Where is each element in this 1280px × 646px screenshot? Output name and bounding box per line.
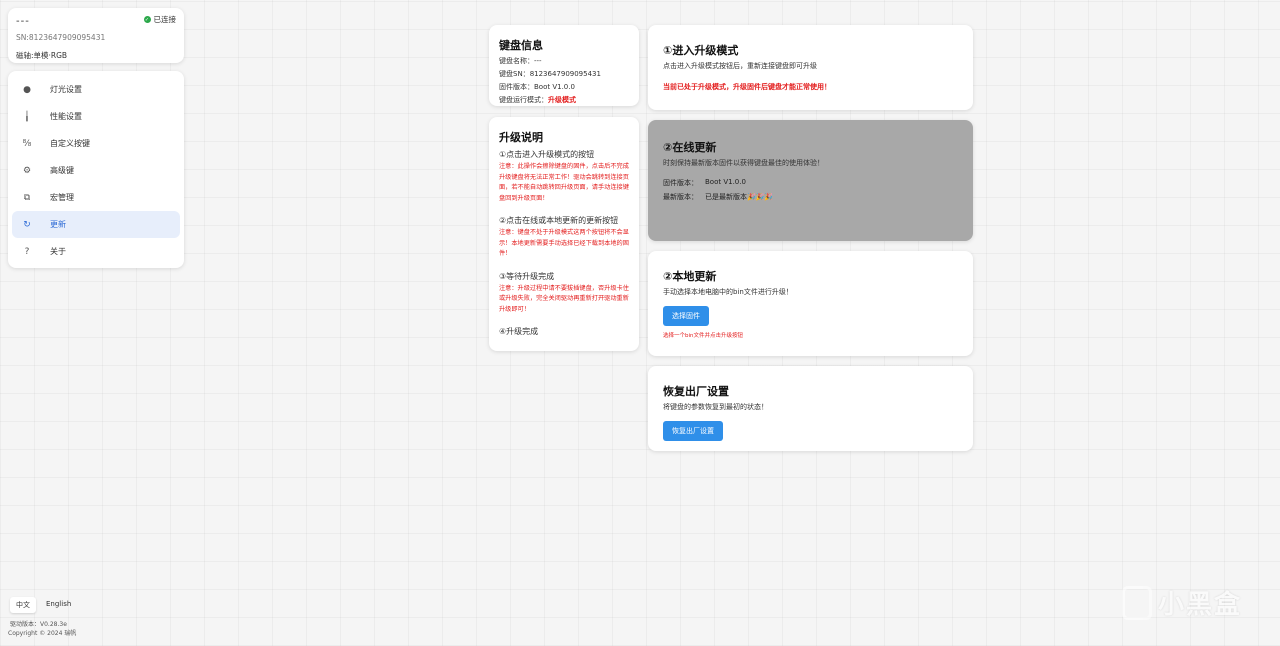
sidebar-item-about[interactable]: ? 关于 xyxy=(12,238,180,265)
select-firmware-button[interactable]: 选择固件 xyxy=(663,306,709,326)
select-firmware-hint: 选择一个bin文件并点击升级按钮 xyxy=(663,333,744,339)
refresh-icon: ↻ xyxy=(23,219,31,230)
firmware-version-value: Boot V1.0.0 xyxy=(534,83,575,91)
current-firmware-label: 固件版本： xyxy=(663,179,698,187)
keymap-icon: ⁸⁄₈ xyxy=(22,138,32,149)
keyboard-sn-row: 键盘SN：8123647909095431 xyxy=(499,69,629,79)
sidebar-item-label: 宏管理 xyxy=(50,193,74,202)
firmware-version-row: 固件版本：Boot V1.0.0 xyxy=(499,82,629,92)
sidebar-item-label: 高级键 xyxy=(50,166,74,175)
keyboard-info-card: 键盘信息 键盘名称：--- 键盘SN：8123647909095431 固件版本… xyxy=(489,25,639,106)
heybox-logo-icon xyxy=(1121,585,1152,620)
device-mode: 磁轴:单模·RGB xyxy=(16,51,68,60)
watermark-text: 小黑盒 xyxy=(1157,590,1242,620)
run-mode-label: 键盘运行模式： xyxy=(499,96,548,104)
question-icon: ? xyxy=(24,246,30,257)
current-firmware-row: 固件版本： Boot V1.0.0 xyxy=(663,178,958,188)
enter-upgrade-card: ①进入升级模式 点击进入升级模式按钮后，重新连接键盘即可升级 当前已处于升级模式… xyxy=(648,25,973,110)
guide-step-4: ④升级完成 xyxy=(499,327,539,336)
sidebar-item-update[interactable]: ↻ 更新 xyxy=(12,211,180,238)
lang-zh-button[interactable]: 中文 xyxy=(10,597,36,613)
latest-firmware-value: 已是最新版本🎉🎉🎉 xyxy=(705,193,774,201)
factory-reset-card: 恢复出厂设置 将键盘的参数恢复到最初的状态！ 恢复出厂设置 xyxy=(648,366,973,451)
bulb-icon: ● xyxy=(23,84,31,95)
upgrade-guide-card: 升级说明 ①点击进入升级模式的按钮 注意：此操作会擦除键盘的固件，点击后不完成升… xyxy=(489,117,639,351)
sidebar-item-label: 关于 xyxy=(50,247,66,256)
keyboard-name-value: --- xyxy=(534,57,542,65)
keyboard-sn-value: 8123647909095431 xyxy=(529,70,601,78)
sidebar-item-label: 自定义按键 xyxy=(50,139,90,148)
local-update-card: ②本地更新 手动选择本地电脑中的bin文件进行升级！ 选择固件 选择一个bin文… xyxy=(648,251,973,356)
sidebar-nav: ● 灯光设置 ╽ 性能设置 ⁸⁄₈ 自定义按键 ⚙ 高级键 ⧉ 宏管理 ↻ 更新… xyxy=(8,71,184,268)
guide-step-1: ①点击进入升级模式的按钮 xyxy=(499,150,595,159)
copyright: Copyright © 2024 瑞帆 xyxy=(8,630,77,637)
latest-firmware-label: 最新版本： xyxy=(663,193,698,201)
keyboard-sn-label: 键盘SN： xyxy=(499,70,530,78)
driver-version: 驱动版本：V0.28.3e xyxy=(10,621,67,628)
lang-en-button[interactable]: English xyxy=(40,597,77,613)
enter-upgrade-title: ①进入升级模式 xyxy=(663,44,739,57)
sidebar-item-performance[interactable]: ╽ 性能设置 xyxy=(12,103,180,130)
guide-step-2: ②点击在线或本地更新的更新按钮 xyxy=(499,216,619,225)
check-circle-icon: ✓ xyxy=(143,16,151,23)
online-update-title: ②在线更新 xyxy=(663,141,717,154)
guide-note-3: 注意：升级过程中请不要拔插键盘，否升级卡住或升级失败，完全关闭驱动再重新打开驱动… xyxy=(499,284,629,313)
firmware-version-label: 固件版本： xyxy=(499,83,534,91)
current-firmware-value: Boot V1.0.0 xyxy=(705,178,746,186)
keyboard-name-label: 键盘名称： xyxy=(499,57,534,65)
sidebar-item-label: 更新 xyxy=(50,220,66,229)
local-update-desc: 手动选择本地电脑中的bin文件进行升级！ xyxy=(663,288,793,296)
connection-status: ✓ 已连接 xyxy=(143,14,177,25)
local-update-title: ②本地更新 xyxy=(663,270,717,283)
enter-upgrade-desc: 点击进入升级模式按钮后，重新连接键盘即可升级 xyxy=(663,62,817,70)
sidebar-item-label: 性能设置 xyxy=(50,112,82,121)
online-update-card: ②在线更新 时刻保持最新版本固件以获得键盘最佳的使用体验！ 固件版本： Boot… xyxy=(648,120,973,241)
device-card: --- ✓ 已连接 SN:8123647909095431 磁轴:单模·RGB xyxy=(8,8,184,63)
run-mode-row: 键盘运行模式：升级模式 xyxy=(499,95,629,105)
online-update-desc: 时刻保持最新版本固件以获得键盘最佳的使用体验！ xyxy=(663,159,824,167)
upgrade-guide-title: 升级说明 xyxy=(499,131,543,144)
sidebar-item-macro[interactable]: ⧉ 宏管理 xyxy=(12,184,180,211)
sidebar-item-label: 灯光设置 xyxy=(50,85,82,94)
sidebar-item-advanced[interactable]: ⚙ 高级键 xyxy=(12,157,180,184)
guide-note-1: 注意：此操作会擦除键盘的固件，点击后不完成升级键盘将无法正常工作！驱动会跳转到连… xyxy=(499,163,629,202)
factory-reset-desc: 将键盘的参数恢复到最初的状态！ xyxy=(663,403,768,411)
sidebar-item-keymap[interactable]: ⁸⁄₈ 自定义按键 xyxy=(12,130,180,157)
latest-firmware-row: 最新版本： 已是最新版本🎉🎉🎉 xyxy=(663,192,958,202)
connection-status-label: 已连接 xyxy=(153,15,177,24)
factory-reset-title: 恢复出厂设置 xyxy=(663,385,729,398)
device-sn: SN:8123647909095431 xyxy=(16,33,106,42)
upgrade-mode-warning: 当前已处于升级模式，升级固件后键盘才能正常使用！ xyxy=(663,83,831,91)
factory-reset-button[interactable]: 恢复出厂设置 xyxy=(663,421,723,441)
bars-icon: ╽ xyxy=(24,111,30,122)
advanced-icon: ⚙ xyxy=(22,165,32,176)
sidebar-item-lighting[interactable]: ● 灯光设置 xyxy=(12,76,180,103)
guide-step-3: ③等待升级完成 xyxy=(499,271,555,281)
watermark: 小黑盒 xyxy=(1121,584,1242,621)
macro-icon: ⧉ xyxy=(23,192,31,203)
run-mode-value: 升级模式 xyxy=(548,96,576,104)
language-switcher: 中文 English xyxy=(10,597,77,613)
keyboard-info-title: 键盘信息 xyxy=(499,39,543,52)
keyboard-name-row: 键盘名称：--- xyxy=(499,56,629,66)
guide-note-2: 注意：键盘不处于升级模式这两个按钮将不会显示！本地更新需要手动选择已经下载到本地… xyxy=(499,229,629,257)
